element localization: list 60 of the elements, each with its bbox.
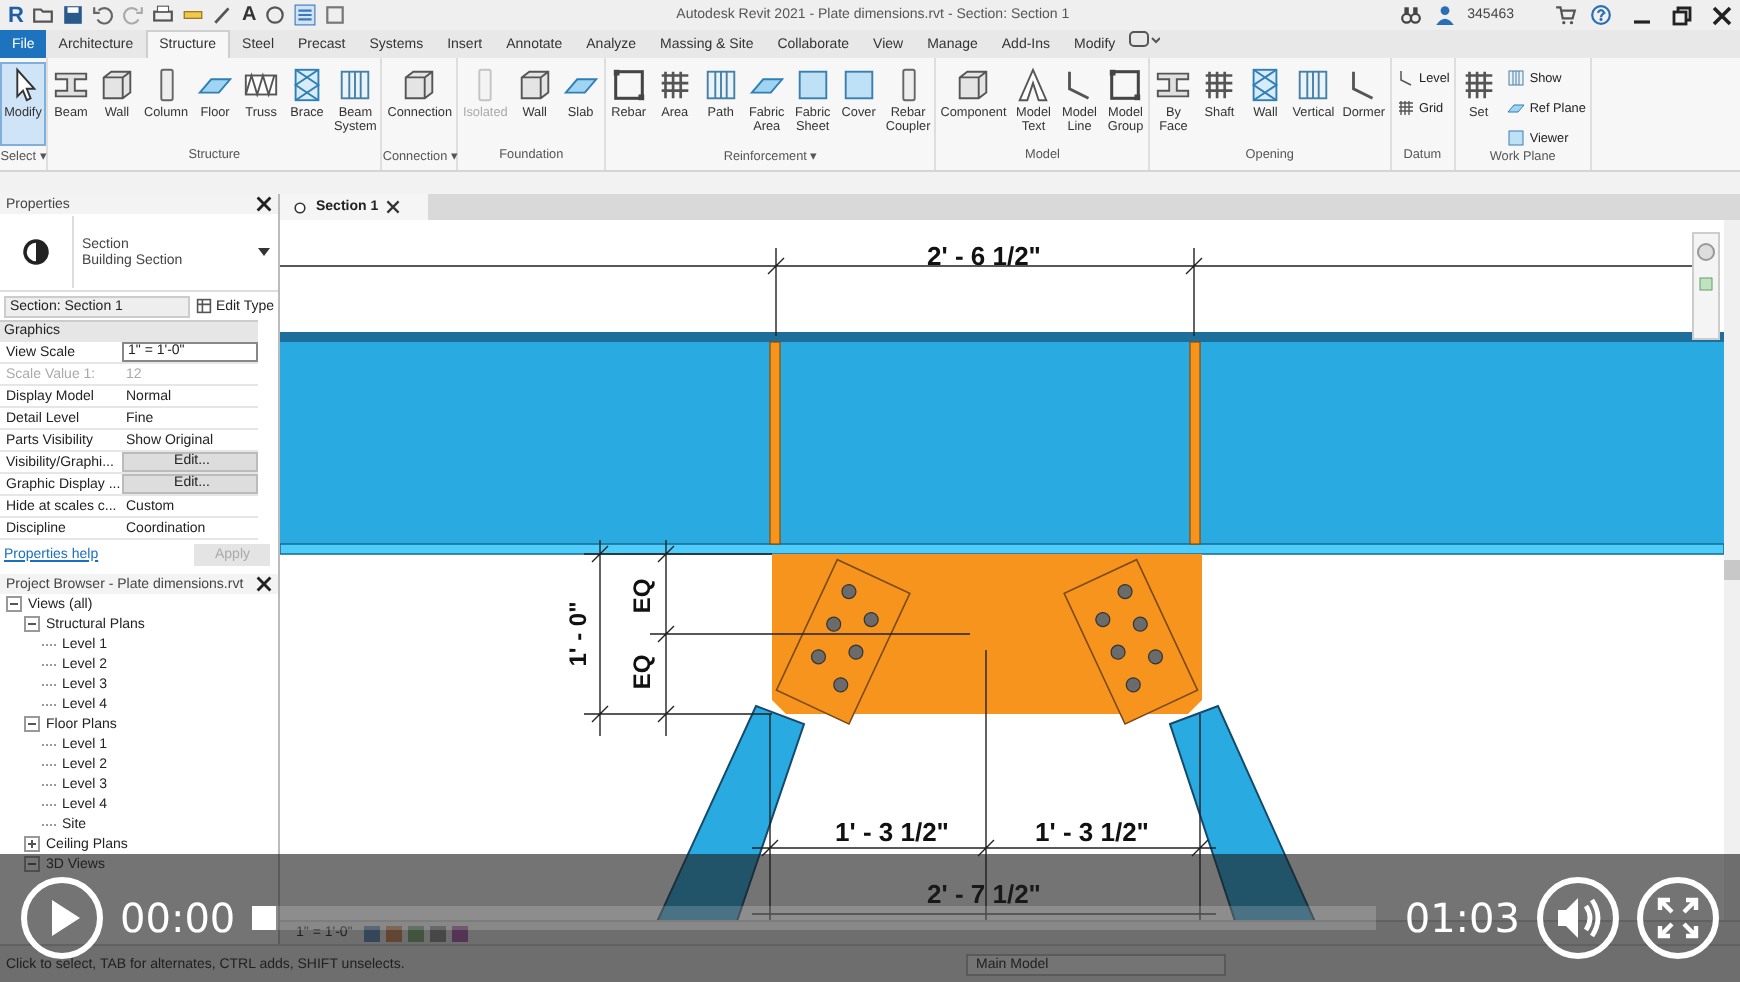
panel-toggle-icon[interactable]	[1127, 30, 1160, 48]
help-icon[interactable]	[1590, 4, 1612, 26]
scrollbar-thumb[interactable]	[1724, 560, 1740, 580]
pencil-icon[interactable]	[211, 4, 234, 26]
collapse-icon[interactable]	[24, 616, 40, 632]
user-icon[interactable]	[1433, 4, 1456, 26]
dimension-text: 1' - 0"	[564, 601, 593, 667]
close-icon[interactable]	[256, 576, 272, 592]
fullscreen-icon[interactable]	[1636, 876, 1720, 960]
grid-icon	[1395, 98, 1416, 118]
close-icon[interactable]	[386, 200, 401, 214]
current-time: 00:00	[120, 894, 236, 942]
save-icon[interactable]	[61, 4, 84, 26]
dimension-text: 2' - 7 1/2"	[927, 878, 1041, 909]
close-icon[interactable]	[1712, 5, 1732, 25]
progress-track[interactable]	[251, 906, 1377, 930]
printer-icon[interactable]	[151, 4, 174, 26]
wall-foundation-icon	[515, 66, 554, 104]
restore-icon[interactable]	[1672, 5, 1692, 25]
folder-icon[interactable]	[31, 4, 54, 26]
model-group-icon	[1106, 66, 1145, 104]
dimension-text: EQ	[628, 654, 657, 690]
undo-icon[interactable]	[91, 4, 114, 26]
collapse-icon[interactable]	[24, 716, 40, 732]
dimension-text: 1' - 3 1/2"	[835, 816, 949, 847]
ref-plane-icon	[1505, 98, 1526, 118]
caret-icon[interactable]	[258, 248, 270, 256]
binoculars-icon[interactable]	[1399, 4, 1422, 26]
window-icon[interactable]	[324, 4, 347, 26]
vertical-opening-icon	[1294, 66, 1333, 104]
connection-icon	[400, 66, 439, 104]
component-icon	[954, 66, 993, 104]
expand-icon[interactable]	[24, 836, 40, 852]
cover-icon	[839, 66, 878, 104]
model-text-icon	[1014, 66, 1053, 104]
dimension-text: EQ	[628, 578, 657, 614]
show-icon	[1505, 68, 1526, 88]
section-icon	[292, 199, 308, 215]
steering-wheel-icon[interactable]	[1696, 242, 1716, 262]
duration: 01:03	[1404, 894, 1520, 942]
fabric-sheet-icon	[793, 66, 832, 104]
text-tool[interactable]: A	[241, 4, 257, 26]
path-rebar-icon	[701, 66, 740, 104]
list-icon[interactable]	[294, 4, 317, 26]
viewer-icon	[1505, 128, 1526, 148]
dimension-text: 2' - 6 1/2"	[927, 240, 1041, 271]
cart-icon[interactable]	[1554, 4, 1578, 26]
edit-type-icon	[195, 298, 212, 314]
play-icon[interactable]	[20, 876, 104, 960]
app-logo[interactable]: R	[8, 3, 24, 27]
close-icon[interactable]	[256, 196, 272, 212]
dimension-text: 1' - 3 1/2"	[1035, 816, 1149, 847]
level-icon	[1395, 68, 1416, 88]
globe-icon[interactable]	[264, 4, 287, 26]
rebar-icon	[609, 66, 648, 104]
progress-thumb[interactable]	[251, 906, 276, 930]
beam-system-icon	[336, 66, 375, 104]
volume-icon[interactable]	[1536, 876, 1620, 960]
collapse-icon[interactable]	[6, 596, 22, 612]
wall-icon	[98, 66, 136, 104]
